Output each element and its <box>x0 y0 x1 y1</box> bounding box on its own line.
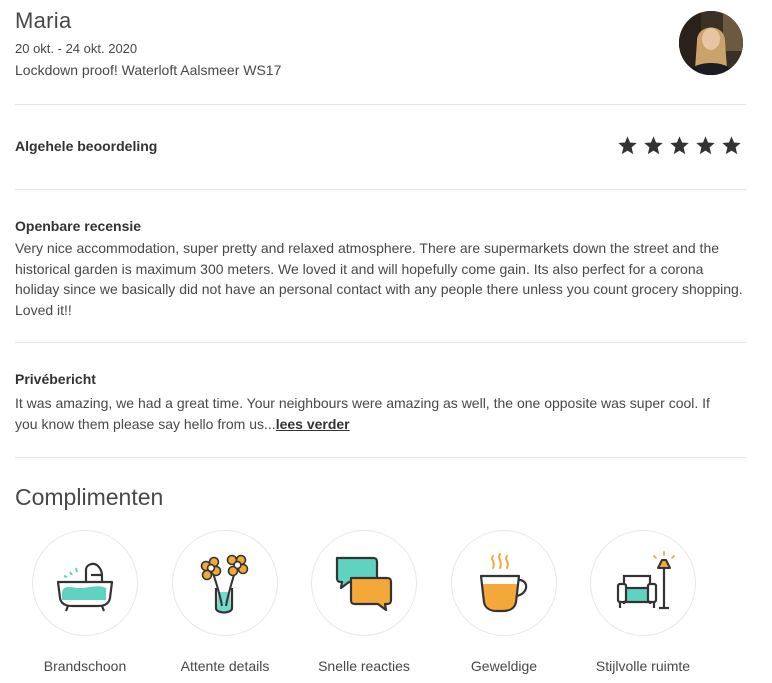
compliment-label: Geweldige <box>470 658 538 674</box>
compliment-circle <box>311 530 417 636</box>
compliment-badge: Attente details <box>155 530 295 674</box>
compliment-badge: Stijlvolle ruimte <box>573 530 713 674</box>
compliments-list: Brandschoon Attente details Snelle react… <box>15 530 735 683</box>
overall-rating: Algehele beoordeling <box>15 135 746 162</box>
star-icon <box>618 136 637 155</box>
star-icon <box>696 136 715 155</box>
listing-title: Lockdown proof! Waterloft Aalsmeer WS17 <box>15 62 282 78</box>
private-message-text: It was amazing, we had a great time. You… <box>15 395 710 432</box>
compliment-circle <box>590 530 696 636</box>
flowers-icon <box>200 554 249 614</box>
public-review-title: Openbare recensie <box>15 218 142 234</box>
avatar-image <box>679 11 743 75</box>
divider <box>15 189 746 190</box>
read-more-link[interactable]: lees verder <box>276 416 350 432</box>
star-icon <box>644 136 663 155</box>
avatar[interactable] <box>679 11 743 75</box>
compliment-label: Attente details <box>180 658 270 674</box>
bathtub-icon <box>56 562 114 612</box>
compliment-circle <box>451 530 557 636</box>
compliment-label: Brandschoon <box>43 658 127 674</box>
compliment-badge: Brandschoon <box>15 530 155 674</box>
compliment-circle <box>172 530 278 636</box>
public-review-text: Very nice accommodation, super pretty an… <box>15 240 743 318</box>
compliment-label: Stijlvolle ruimte <box>595 658 691 674</box>
chat-bubbles-icon <box>335 556 393 612</box>
stay-dates: 20 okt. - 24 okt. 2020 <box>15 41 138 56</box>
review-header: Maria 20 okt. - 24 okt. 2020 Lockdown pr… <box>15 8 745 88</box>
coffee-cup-icon <box>479 553 528 613</box>
star-icon <box>722 136 741 155</box>
compliment-label: Snelle reacties <box>318 658 410 674</box>
compliment-badge: Geweldige <box>434 530 574 674</box>
star-icon <box>670 136 689 155</box>
armchair-lamp-icon <box>616 551 675 610</box>
divider <box>15 457 746 458</box>
star-rating <box>617 135 742 156</box>
compliment-circle <box>32 530 138 636</box>
guest-name: Maria <box>15 8 72 33</box>
compliment-badge: Snelle reacties <box>294 530 434 674</box>
divider <box>15 342 746 343</box>
private-message-title: Privébericht <box>15 371 96 387</box>
divider <box>15 104 746 105</box>
private-message: It was amazing, we had a great time. You… <box>15 393 735 434</box>
compliments-title: Complimenten <box>15 484 164 510</box>
